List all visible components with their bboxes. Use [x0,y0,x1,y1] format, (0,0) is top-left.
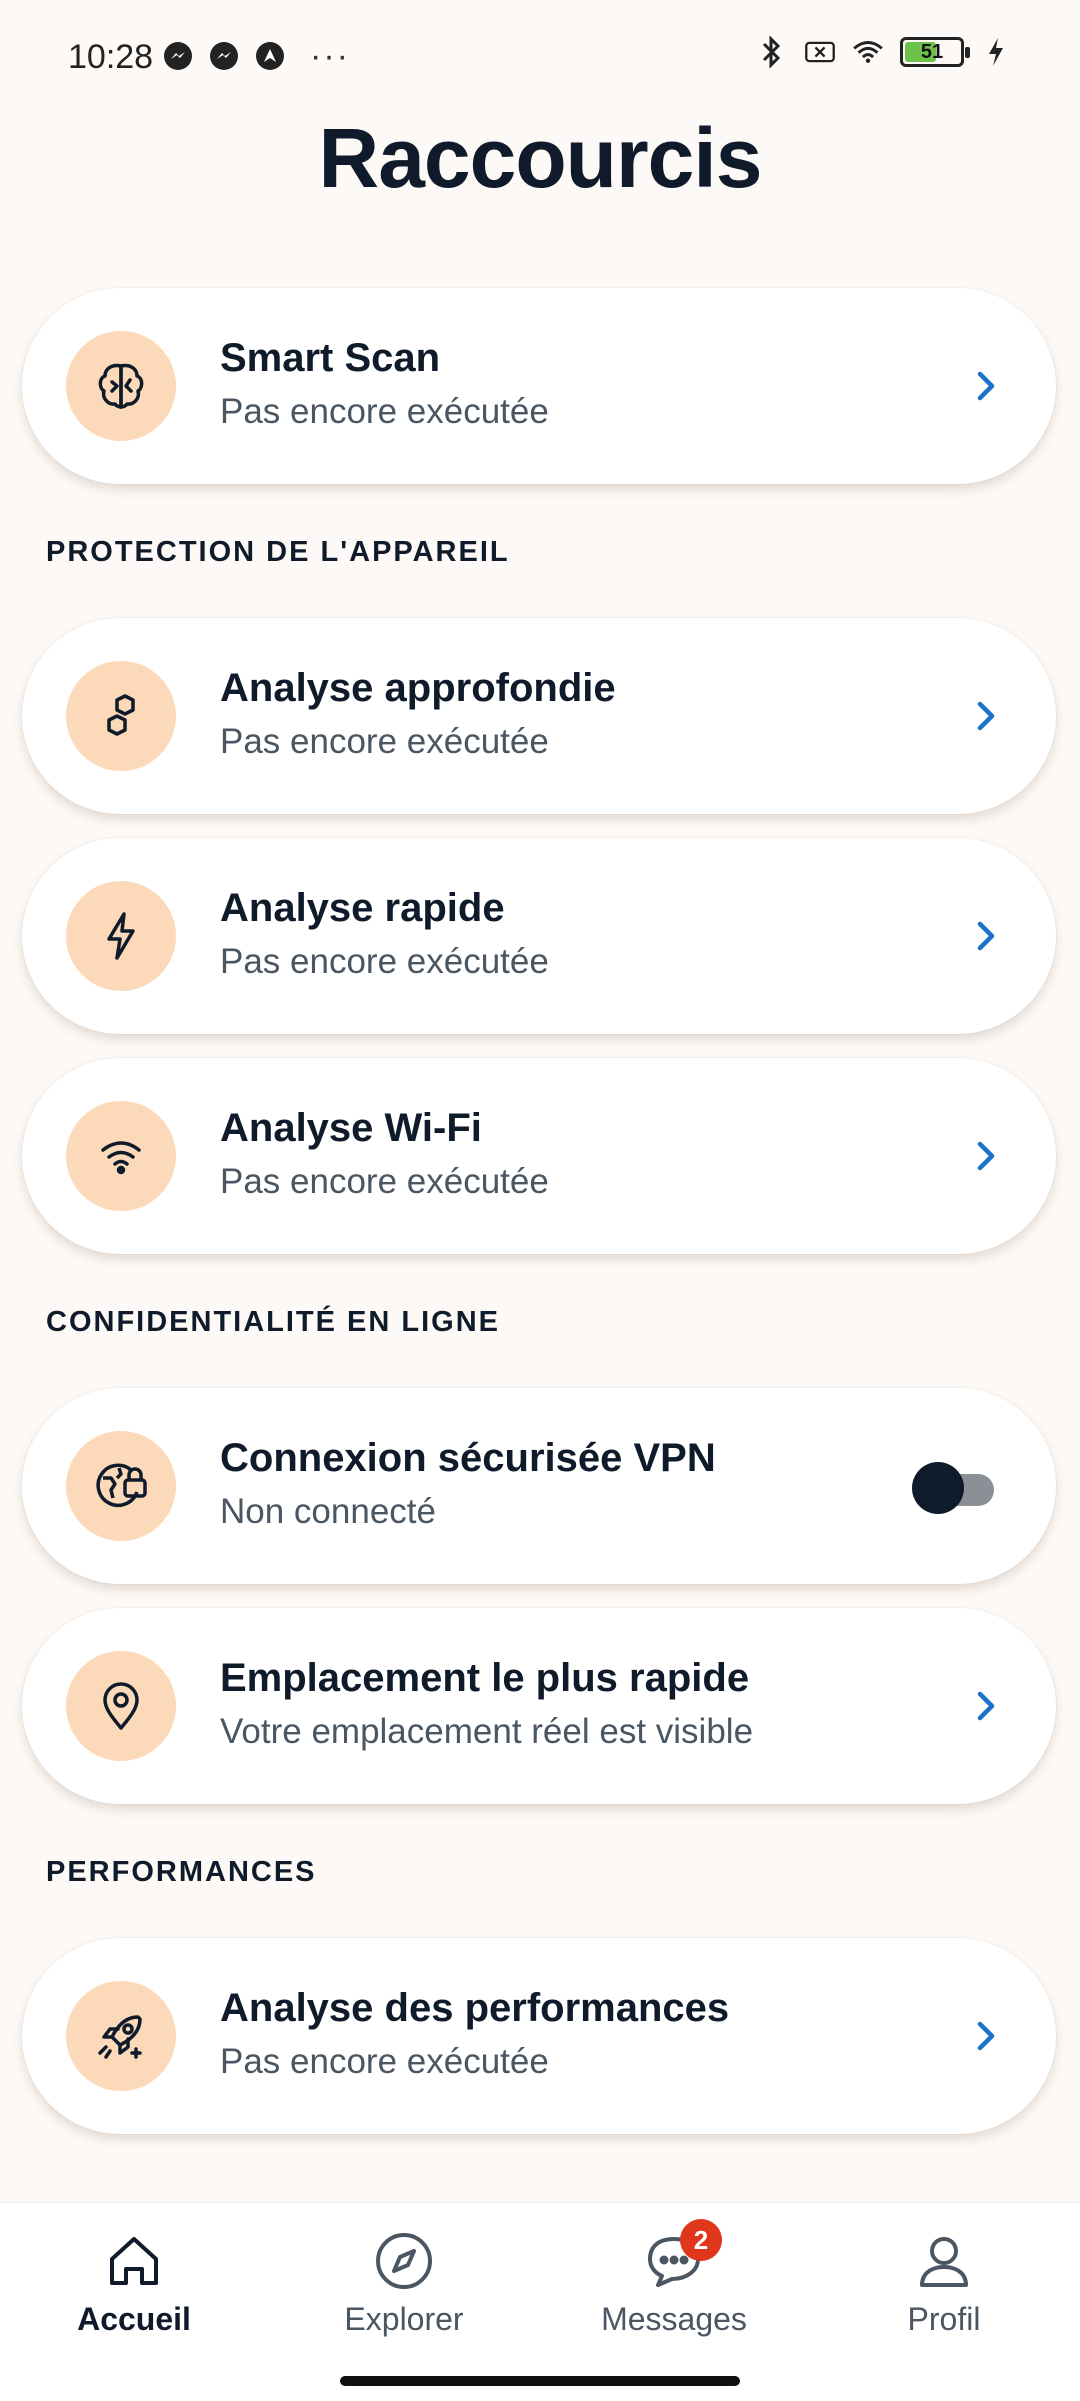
compass-icon [372,2229,436,2293]
wifi-scan-card[interactable]: Analyse Wi-Fi Pas encore exécutée [22,1058,1056,1254]
bottom-navigation: Accueil Explorer 2 Messages Profil [0,2202,1080,2401]
card-title: Analyse rapide [220,886,505,930]
performance-scan-card[interactable]: Analyse des performances Pas encore exéc… [22,1938,1056,2134]
chevron-right-icon [977,371,995,401]
globe-lock-icon [66,1431,176,1541]
location-pin-icon [66,1651,176,1761]
chevron-right-icon [977,1691,995,1721]
hexagons-icon [66,661,176,771]
chevron-right-icon [977,1141,995,1171]
status-bar: 10:28 ··· 51 [0,0,1080,120]
card-title: Connexion sécurisée VPN [220,1436,716,1480]
card-subtitle: Pas encore exécutée [220,722,549,761]
brain-icon [66,331,176,441]
chevron-right-icon [977,2021,995,2051]
home-indicator [340,2376,740,2386]
wifi-icon [66,1101,176,1211]
battery-icon: 51 [900,37,970,67]
vpn-card[interactable]: Connexion sécurisée VPN Non connecté [22,1388,1056,1584]
chevron-right-icon [977,921,995,951]
lightning-icon [66,881,176,991]
deep-scan-card[interactable]: Analyse approfondie Pas encore exécutée [22,618,1056,814]
card-title: Analyse des performances [220,1986,730,2030]
section-title-performance: PERFORMANCES [46,1856,317,1888]
nav-label: Profil [907,2301,981,2337]
nav-label: Messages [601,2301,747,2337]
nav-label: Accueil [77,2301,191,2337]
bluetooth-icon [756,35,788,69]
toggle-knob [912,1462,964,1514]
messages-badge: 2 [680,2219,722,2261]
nav-home[interactable]: Accueil [24,2229,244,2338]
card-subtitle: Non connecté [220,1492,436,1531]
card-subtitle: Pas encore exécutée [220,2042,549,2081]
section-title-device-protection: PROTECTION DE L'APPAREIL [46,536,510,568]
rocket-icon [66,1981,176,2091]
nav-explore[interactable]: Explorer [294,2229,514,2338]
messenger-icon [162,40,194,72]
card-title: Emplacement le plus rapide [220,1656,750,1700]
wifi-icon [852,36,884,68]
vpn-toggle[interactable] [912,1462,996,1514]
more-dots-icon: ··· [310,37,350,75]
quick-scan-card[interactable]: Analyse rapide Pas encore exécutée [22,838,1056,1034]
card-subtitle: Votre emplacement réel est visible [220,1712,754,1751]
card-subtitle: Pas encore exécutée [220,392,549,431]
avast-icon [254,40,286,72]
battery-level: 51 [920,41,944,63]
card-subtitle: Pas encore exécutée [220,942,549,981]
chat-icon: 2 [642,2219,722,2293]
home-icon [102,2229,166,2293]
nav-label: Explorer [344,2301,464,2337]
card-subtitle: Pas encore exécutée [220,1162,549,1201]
charging-bolt-icon [980,36,1012,68]
page-title: Raccourcis [318,111,763,205]
card-title: Analyse approfondie [220,666,616,710]
card-title: Analyse Wi-Fi [220,1106,482,1150]
chevron-right-icon [977,701,995,731]
messenger-icon [208,40,240,72]
status-time: 10:28 [68,38,154,76]
nav-profile[interactable]: Profil [834,2229,1054,2338]
fastest-location-card[interactable]: Emplacement le plus rapide Votre emplace… [22,1608,1056,1804]
card-title: Smart Scan [220,336,441,380]
no-sim-icon [804,36,836,68]
section-title-online-privacy: CONFIDENTIALITÉ EN LIGNE [46,1306,500,1338]
nav-messages[interactable]: 2 Messages [564,2219,784,2338]
person-icon [912,2229,976,2293]
smart-scan-card[interactable]: Smart Scan Pas encore exécutée [22,288,1056,484]
